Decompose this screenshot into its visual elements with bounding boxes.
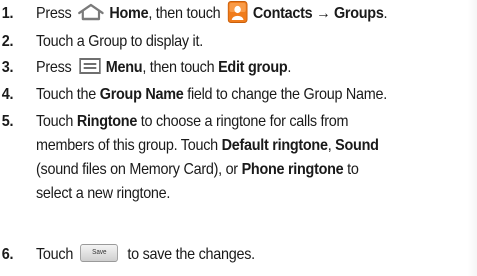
contacts-icon bbox=[227, 0, 248, 23]
groups-label: → Groups bbox=[316, 5, 384, 22]
edit-group-label: Edit group bbox=[218, 59, 288, 76]
sound-label: Sound bbox=[335, 137, 379, 154]
step-text: Touch Save to save the changes. bbox=[36, 243, 255, 267]
step-number: 4. bbox=[1, 86, 14, 103]
ringtone-label: Ringtone bbox=[76, 113, 138, 130]
save-button-image: Save bbox=[80, 243, 119, 262]
page-edge-shadow bbox=[467, 0, 477, 276]
step-text: Touch the Group Name field to change the… bbox=[36, 86, 387, 103]
step-number: 1. bbox=[1, 5, 14, 22]
step-number: 3. bbox=[1, 59, 14, 76]
menu-label: Menu bbox=[105, 59, 143, 76]
step-text: Touch a Group to display it. bbox=[36, 33, 203, 50]
step-text: Press Home, then touch Contacts → Groups… bbox=[36, 0, 388, 26]
menu-icon bbox=[78, 57, 101, 74]
home-icon bbox=[77, 3, 104, 21]
step-number: 6. bbox=[1, 246, 14, 263]
step-text: Press Menu, then touch Edit group. bbox=[36, 57, 292, 76]
group-name-field-label: Group Name bbox=[99, 86, 184, 103]
default-ringtone-label: Default ringtone bbox=[221, 137, 328, 154]
home-label: Home bbox=[109, 5, 149, 22]
contacts-label: Contacts bbox=[252, 5, 313, 22]
step-number: 5. bbox=[1, 113, 14, 130]
phone-ringtone-label: Phone ringtone bbox=[241, 161, 344, 178]
step-number: 2. bbox=[1, 33, 14, 50]
step-text: Touch Ringtone to choose a ringtone for … bbox=[36, 113, 379, 202]
